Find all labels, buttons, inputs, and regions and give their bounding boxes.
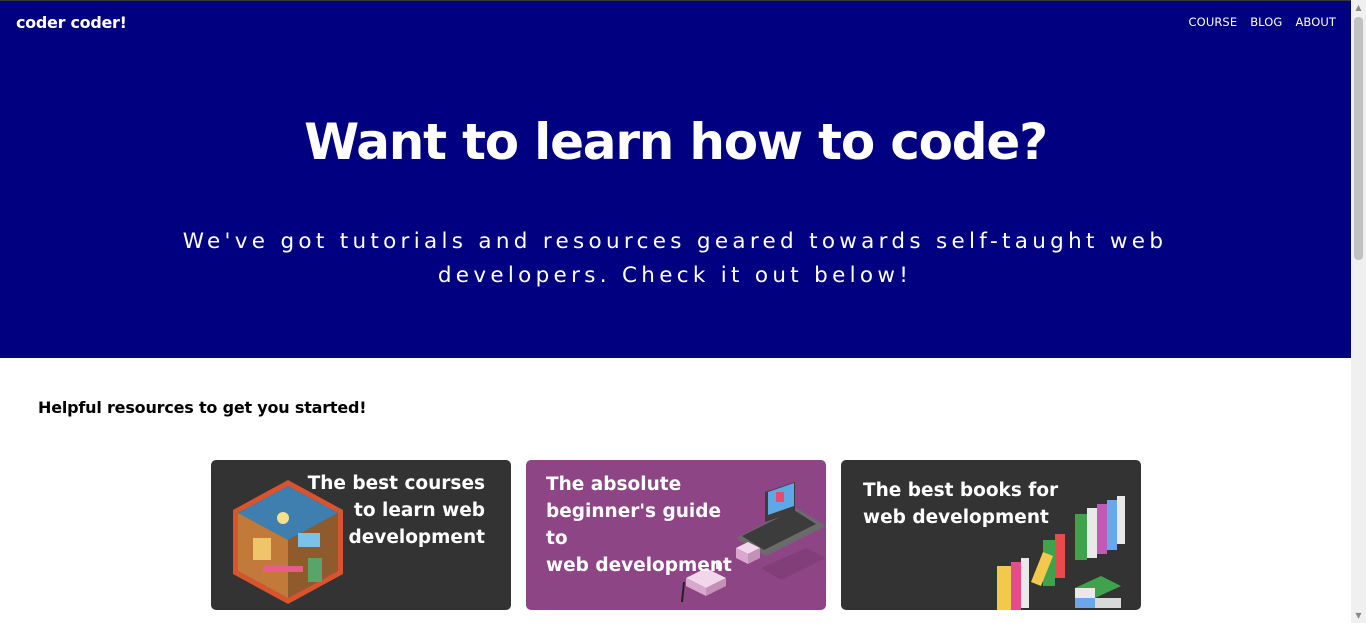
card-title: The absolute beginner's guide to web dev… — [546, 474, 732, 576]
card-best-books[interactable]: The best books for web development — [841, 460, 1141, 610]
scrollbar-thumb[interactable] — [1354, 17, 1363, 260]
hero-subtitle: We've got tutorials and resources geared… — [182, 229, 1168, 288]
main-nav: COURSE BLOG ABOUT — [1189, 15, 1336, 29]
nav-blog[interactable]: BLOG — [1250, 15, 1282, 29]
card-best-courses[interactable]: The best courses to learn web developmen… — [211, 460, 511, 610]
scroll-down-arrow-icon[interactable]: ▼ — [1351, 608, 1366, 623]
nav-about[interactable]: ABOUT — [1295, 15, 1336, 29]
page: coder coder! COURSE BLOG ABOUT Want to l… — [0, 0, 1351, 623]
site-logo[interactable]: coder coder! — [16, 13, 127, 32]
scroll-up-arrow-icon[interactable]: ▲ — [1351, 0, 1366, 15]
vertical-scrollbar[interactable]: ▲ ▼ — [1351, 0, 1366, 623]
resources-heading: Helpful resources to get you started! — [38, 398, 367, 417]
hero-section: coder coder! COURSE BLOG ABOUT Want to l… — [0, 0, 1351, 358]
nav-course[interactable]: COURSE — [1189, 15, 1238, 29]
hero-title: Want to learn how to code? — [304, 113, 1048, 171]
card-title: The best books for web development — [863, 480, 1059, 528]
card-beginners-guide[interactable]: The absolute beginner's guide to web dev… — [526, 460, 826, 610]
card-title: The best courses to learn web developmen… — [307, 473, 485, 548]
